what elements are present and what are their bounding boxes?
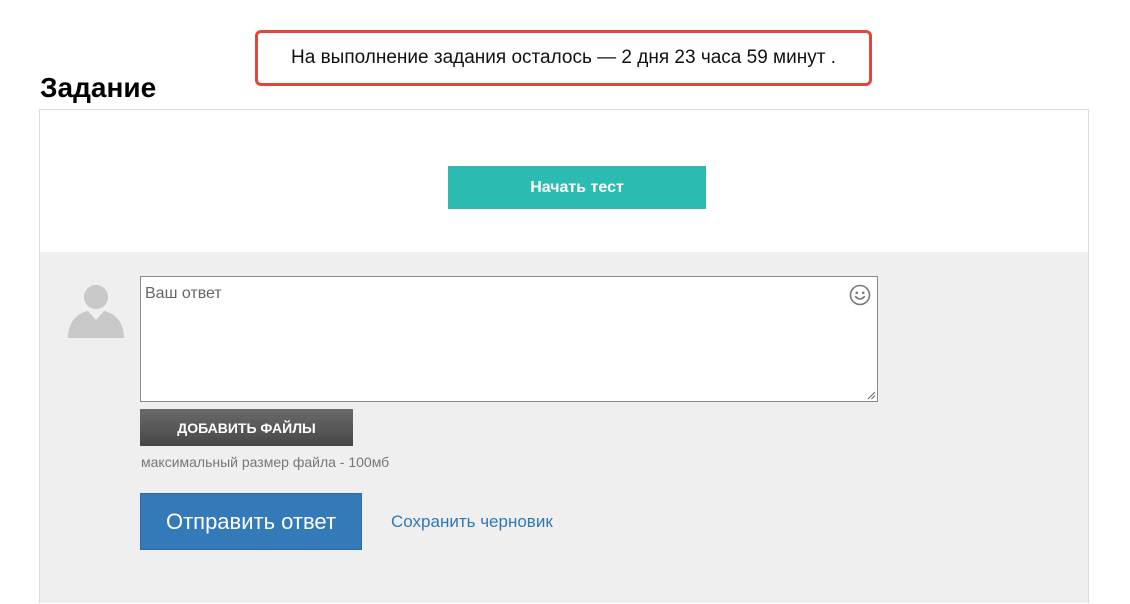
avatar-icon (68, 285, 124, 338)
submit-answer-button[interactable]: Отправить ответ (140, 493, 362, 550)
resize-grip-icon[interactable] (866, 390, 876, 400)
save-draft-link[interactable]: Сохранить черновик (391, 512, 553, 532)
answer-box (140, 276, 878, 402)
deadline-text: На выполнение задания осталось — 2 дня 2… (291, 47, 836, 68)
task-card: Начать тест ДОБАВИТЬ ФА (39, 109, 1089, 603)
add-files-button[interactable]: ДОБАВИТЬ ФАЙЛЫ (140, 409, 353, 446)
file-size-note: максимальный размер файла - 100мб (141, 454, 390, 470)
page: На выполнение задания осталось — 2 дня 2… (0, 0, 1130, 604)
task-start-section: Начать тест (40, 110, 1088, 252)
start-test-button[interactable]: Начать тест (448, 166, 706, 209)
deadline-banner: На выполнение задания осталось — 2 дня 2… (255, 30, 872, 86)
smiley-icon[interactable] (849, 284, 871, 306)
answer-input[interactable] (141, 277, 877, 401)
page-title: Задание (40, 72, 157, 103)
answer-section: ДОБАВИТЬ ФАЙЛЫ максимальный размер файла… (40, 252, 1088, 603)
